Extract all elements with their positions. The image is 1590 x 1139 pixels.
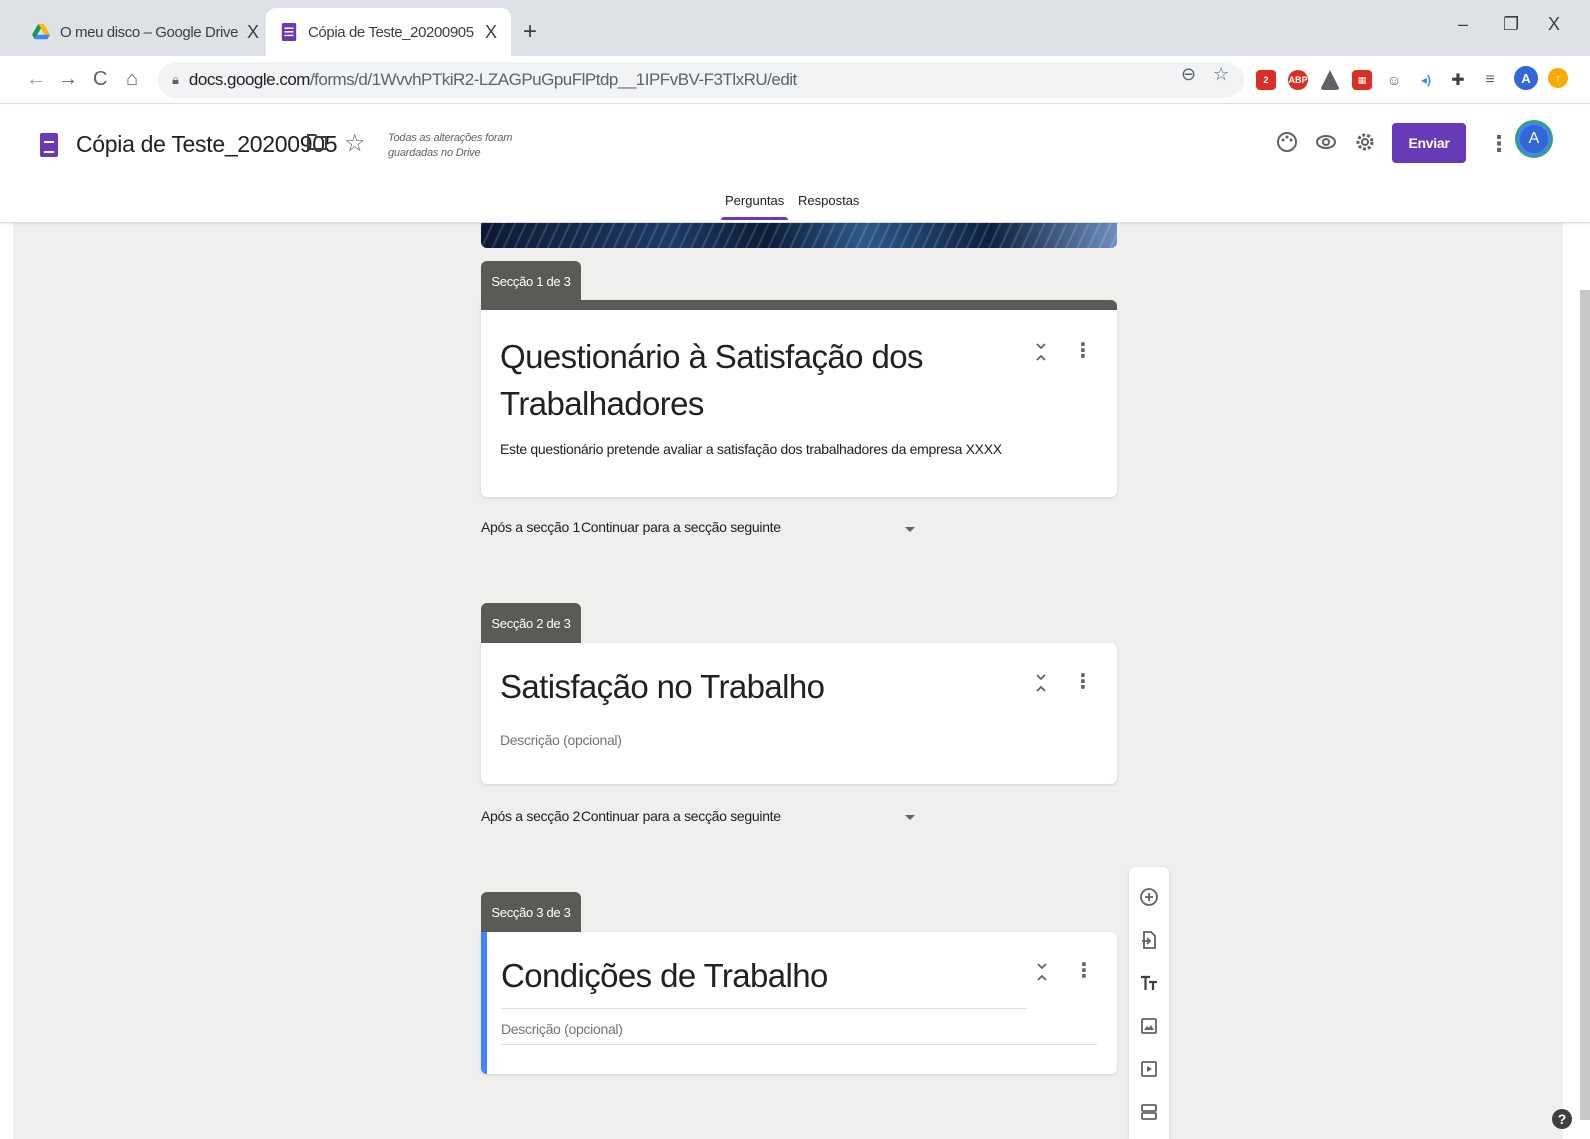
- section-description[interactable]: Descrição (opcional): [500, 732, 622, 748]
- star-icon[interactable]: ☆: [344, 129, 366, 158]
- section-more-icon[interactable]: ⋮: [1074, 958, 1094, 983]
- more-options-icon[interactable]: ⋮: [1488, 131, 1510, 157]
- section-label: Secção 1 de 3: [481, 261, 581, 301]
- after-section-select[interactable]: Continuar para a secção seguinte: [581, 519, 781, 535]
- tab-close-icon[interactable]: X: [247, 22, 259, 43]
- dropdown-arrow-icon[interactable]: [905, 815, 915, 820]
- home-icon[interactable]: ⌂: [126, 68, 138, 91]
- profile-avatar[interactable]: A: [1514, 66, 1538, 90]
- save-status-line1: Todas as alterações foram: [388, 132, 513, 144]
- preview-eye-icon[interactable]: [1315, 131, 1337, 153]
- google-drive-icon: [32, 23, 50, 40]
- back-icon[interactable]: ←: [26, 68, 46, 91]
- section-description[interactable]: Este questionário pretende avaliar a sat…: [500, 441, 1002, 457]
- reload-icon[interactable]: C: [93, 68, 107, 91]
- header-image: [481, 223, 1117, 248]
- tab-title: O meu disco – Google Drive: [60, 23, 239, 41]
- section-title[interactable]: Questionário à Satisfação dos Trabalhado…: [500, 333, 923, 427]
- media-queue-icon[interactable]: ≡: [1480, 70, 1500, 90]
- section-label: Secção 3 de 3: [481, 892, 581, 932]
- close-window-button[interactable]: X: [1548, 14, 1560, 35]
- extension-adblock-icon[interactable]: ABP: [1288, 70, 1308, 90]
- extension-grid-icon[interactable]: ▦: [1352, 70, 1372, 90]
- add-section-icon[interactable]: [1139, 1102, 1159, 1122]
- extension-robot-icon[interactable]: ☺: [1384, 70, 1404, 90]
- after-section-label: Após a secção 1: [481, 519, 581, 535]
- add-image-icon[interactable]: [1139, 1016, 1159, 1036]
- document-title[interactable]: Cópia de Teste_20200905: [76, 131, 338, 158]
- collapse-section-icon[interactable]: [1036, 673, 1046, 693]
- url-text: docs.google.com/forms/d/1WvvhPTkiR2-LZAG…: [188, 70, 797, 89]
- account-avatar[interactable]: A: [1517, 122, 1551, 156]
- after-section-label: Após a secção 2: [481, 808, 581, 824]
- collapse-section-icon[interactable]: [1037, 962, 1047, 982]
- send-button[interactable]: Enviar: [1392, 123, 1466, 163]
- forward-icon[interactable]: →: [58, 68, 78, 91]
- extension-calendar-icon[interactable]: 2: [1256, 70, 1276, 90]
- folder-icon[interactable]: [306, 132, 328, 152]
- browser-toolbar: ← → C ⌂ 🔒︎ docs.google.com/forms/d/1Wvvh…: [0, 56, 1590, 104]
- add-question-icon[interactable]: [1139, 887, 1159, 907]
- tab-google-forms[interactable]: Cópia de Teste_20200905 - Goog X: [266, 8, 511, 56]
- google-forms-icon: [281, 23, 297, 41]
- dropdown-arrow-icon[interactable]: [905, 527, 915, 532]
- section-label: Secção 2 de 3: [481, 603, 581, 643]
- section-description[interactable]: Descrição (opcional): [501, 1021, 623, 1037]
- section-more-icon[interactable]: ⋮: [1073, 338, 1093, 363]
- forms-header: Cópia de Teste_20200905 ☆ Todas as alter…: [0, 105, 1590, 223]
- add-title-icon[interactable]: [1139, 973, 1159, 993]
- zoom-icon[interactable]: ⊖: [1181, 64, 1196, 85]
- add-items-toolbar: [1129, 867, 1169, 1139]
- extension-audio-icon[interactable]: ◂): [1416, 70, 1436, 90]
- after-section-select[interactable]: Continuar para a secção seguinte: [581, 808, 781, 824]
- lock-icon: 🔒︎: [172, 72, 179, 87]
- save-status: Todas as alterações foram guardadas no D…: [388, 131, 512, 161]
- settings-gear-icon[interactable]: [1354, 131, 1376, 153]
- new-tab-button[interactable]: +: [523, 18, 537, 46]
- restore-button[interactable]: ❐: [1503, 14, 1519, 35]
- tab-title: Cópia de Teste_20200905 - Goog: [308, 23, 477, 41]
- after-section-1: Após a secção 1 Continuar para a secção …: [481, 519, 781, 535]
- extension-drive-icon[interactable]: [1320, 70, 1340, 90]
- google-forms-icon[interactable]: [40, 133, 58, 157]
- import-questions-icon[interactable]: [1139, 930, 1159, 950]
- collapse-section-icon[interactable]: [1036, 342, 1046, 362]
- address-bar[interactable]: 🔒︎ docs.google.com/forms/d/1WvvhPTkiR2-L…: [158, 62, 1244, 98]
- save-status-line2: guardadas no Drive: [388, 147, 481, 159]
- section-title[interactable]: Condições de Trabalho: [501, 952, 828, 999]
- page-scrollbar[interactable]: [1580, 290, 1590, 1120]
- after-section-2: Após a secção 2 Continuar para a secção …: [481, 808, 781, 824]
- section-card-3[interactable]: Condições de Trabalho Descrição (opciona…: [481, 932, 1117, 1074]
- description-underline: [501, 1044, 1097, 1045]
- help-icon[interactable]: ?: [1552, 1109, 1572, 1129]
- section-title[interactable]: Satisfação no Trabalho: [500, 663, 825, 710]
- tab-google-drive[interactable]: O meu disco – Google Drive X: [18, 8, 273, 56]
- tab-close-icon[interactable]: X: [485, 22, 497, 43]
- palette-icon[interactable]: [1276, 131, 1298, 153]
- extensions-puzzle-icon[interactable]: ✚: [1448, 70, 1468, 90]
- tab-responses[interactable]: Respostas: [798, 193, 859, 208]
- section-more-icon[interactable]: ⋮: [1073, 669, 1093, 694]
- tab-questions[interactable]: Perguntas: [720, 193, 789, 220]
- browser-tab-strip: O meu disco – Google Drive X Cópia de Te…: [0, 0, 1590, 56]
- minimize-button[interactable]: –: [1458, 14, 1468, 35]
- section-card-2[interactable]: Satisfação no Trabalho Descrição (opcion…: [481, 643, 1117, 784]
- section-card-1[interactable]: Questionário à Satisfação dos Trabalhado…: [481, 300, 1117, 497]
- add-video-icon[interactable]: [1139, 1059, 1159, 1079]
- update-icon[interactable]: ↑: [1548, 68, 1568, 88]
- title-underline: [501, 1008, 1027, 1009]
- bookmark-star-icon[interactable]: ☆: [1213, 64, 1229, 85]
